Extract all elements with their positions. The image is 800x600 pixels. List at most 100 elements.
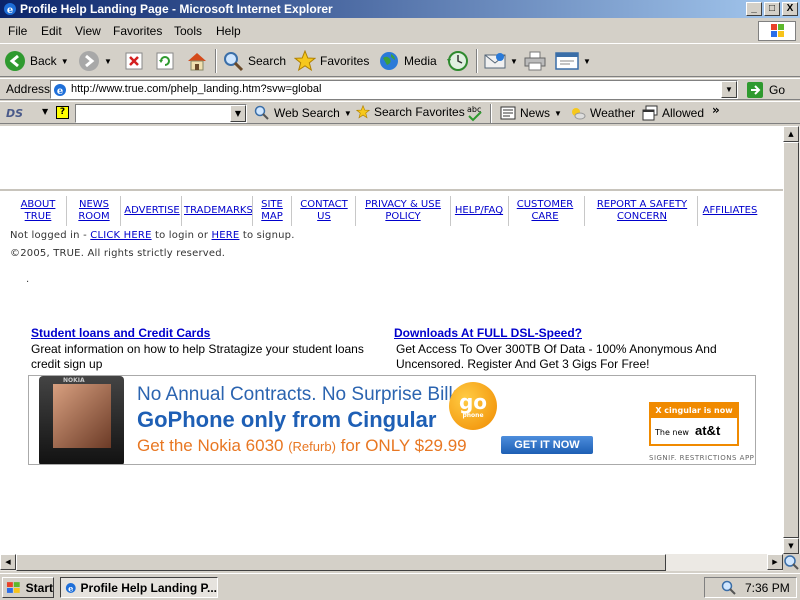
web-search-button[interactable]: Web Search ▼ <box>254 105 352 121</box>
minimize-button[interactable]: _ <box>746 2 762 16</box>
edit-dropdown-icon[interactable]: ▼ <box>583 57 591 66</box>
mail-dropdown-icon[interactable]: ▼ <box>510 57 518 66</box>
ie-icon: e <box>4 3 16 16</box>
svg-text:e: e <box>57 86 63 97</box>
maximize-button[interactable]: □ <box>764 2 780 16</box>
abc-spellcheck-button[interactable]: abc <box>466 104 488 122</box>
nav-separator <box>355 196 356 226</box>
go-arrow-icon <box>747 82 763 98</box>
favorites-button[interactable]: Favorites <box>294 49 369 73</box>
media-button[interactable]: Media <box>378 49 437 73</box>
footer-link-site-map[interactable]: SITE MAP <box>258 199 286 223</box>
scroll-thumb[interactable] <box>783 142 799 538</box>
search-button[interactable]: Search <box>222 49 286 73</box>
nav-separator <box>584 196 585 226</box>
svg-text:e: e <box>7 5 13 16</box>
footer-link-advertise[interactable]: ADVERTISE <box>124 205 180 217</box>
scroll-right-icon[interactable]: ▶ <box>767 554 783 570</box>
abc-check-icon: abc <box>467 105 482 122</box>
ad-title-student-loans[interactable]: Student loans and Credit Cards <box>31 326 210 340</box>
mail-button[interactable]: ▼ <box>484 49 518 73</box>
login-link[interactable]: CLICK HERE <box>90 230 151 241</box>
edit-button[interactable]: ▼ <box>555 49 591 73</box>
toolbar-separator <box>215 49 217 73</box>
search-favorites-button[interactable]: Search Favorites <box>356 105 465 119</box>
toolbar-search-input[interactable]: ▼ <box>75 104 247 123</box>
cingular-att-logo: X cingular is now The new at&t <box>649 402 739 446</box>
scroll-left-icon[interactable]: ◀ <box>0 554 16 570</box>
copyright: ©2005, TRUE. All rights strictly reserve… <box>10 248 226 259</box>
news-dropdown-icon[interactable]: ▼ <box>554 109 562 118</box>
weather-icon <box>572 108 586 120</box>
menu-file[interactable]: File <box>8 24 27 38</box>
footer-link-trademarks[interactable]: TRADEMARKS <box>184 205 253 217</box>
footer-link-help-faq[interactable]: HELP/FAQ <box>454 205 504 217</box>
allowed-button[interactable]: Allowed <box>642 105 704 121</box>
phone-screen <box>53 384 111 448</box>
address-url: http://www.true.com/phelp_landing.htm?sv… <box>71 83 322 95</box>
print-button[interactable] <box>524 49 546 73</box>
ds-dropdown-icon[interactable]: ▼ <box>42 107 48 116</box>
horizontal-scroll-thumb[interactable] <box>16 554 666 571</box>
tray-search-icon[interactable] <box>721 580 737 596</box>
signup-link[interactable]: HERE <box>212 230 240 241</box>
windows-logo <box>758 21 796 41</box>
footer-link-privacy-policy[interactable]: PRIVACY & USE POLICY <box>362 199 444 223</box>
stop-button[interactable] <box>124 49 144 73</box>
ad-title-downloads[interactable]: Downloads At FULL DSL-Speed? <box>394 326 582 340</box>
forward-dropdown-icon[interactable]: ▼ <box>104 57 112 66</box>
footer-link-affiliates[interactable]: AFFILIATES <box>702 205 758 217</box>
footer-link-customer-care[interactable]: CUSTOMER CARE <box>514 199 576 223</box>
scroll-corner <box>783 554 800 571</box>
address-bar: Address e http://www.true.com/phelp_land… <box>0 78 800 100</box>
get-it-now-button[interactable]: GET IT NOW <box>501 436 593 454</box>
toolbar-chevron-icon[interactable]: » <box>712 103 720 117</box>
search-magnifier-icon <box>224 52 244 72</box>
ds-logo[interactable]: DS <box>6 107 23 120</box>
gophone-banner-ad[interactable]: NOKIA No Annual Contracts. No Surprise B… <box>28 375 756 465</box>
footer-link-news-room[interactable]: NEWS ROOM <box>78 199 110 223</box>
address-dropdown-icon[interactable]: ▼ <box>721 81 737 98</box>
close-button[interactable]: X <box>782 2 798 16</box>
footer-link-about-true[interactable]: ABOUT TRUE <box>20 199 56 223</box>
menu-view[interactable]: View <box>75 24 101 38</box>
refresh-button[interactable] <box>155 49 175 73</box>
address-label: Address <box>6 82 51 96</box>
taskbar-ie-window[interactable]: e Profile Help Landing P... <box>60 577 218 598</box>
start-button[interactable]: Start <box>2 577 54 598</box>
footer-link-contact-us[interactable]: CONTACT US <box>298 199 350 223</box>
menu-tools[interactable]: Tools <box>174 24 202 38</box>
divider <box>0 189 783 191</box>
web-search-dropdown-icon[interactable]: ▼ <box>344 109 352 118</box>
menu-edit[interactable]: Edit <box>41 24 62 38</box>
footer-link-report-safety-concern[interactable]: REPORT A SAFETY CONCERN <box>592 199 692 223</box>
horizontal-scrollbar[interactable]: ◀ ▶ <box>0 554 783 571</box>
menu-favorites[interactable]: Favorites <box>113 24 162 38</box>
nav-separator <box>291 196 292 226</box>
help-icon[interactable]: ? <box>56 106 69 119</box>
page-viewport: ABOUT TRUE NEWS ROOM ADVERTISE TRADEMARKS … <box>0 126 783 554</box>
printer-icon <box>524 51 546 71</box>
scroll-up-icon[interactable]: ▲ <box>783 126 799 142</box>
back-dropdown-icon[interactable]: ▼ <box>61 57 69 66</box>
history-button[interactable] <box>445 49 469 73</box>
clock: 7:36 PM <box>745 581 790 595</box>
search-dropdown-icon[interactable]: ▼ <box>230 105 246 122</box>
svg-text:e: e <box>68 583 73 593</box>
vertical-scrollbar[interactable]: ▲ ▼ <box>783 126 800 554</box>
back-arrow-icon <box>5 51 25 71</box>
news-button[interactable]: News ▼ <box>500 105 562 121</box>
home-icon <box>188 53 206 71</box>
go-button[interactable]: Go <box>746 81 785 99</box>
menu-help[interactable]: Help <box>216 24 241 38</box>
ad-text-student-loans: Great information on how to help Stratag… <box>31 342 364 371</box>
forward-button[interactable]: ▼ <box>78 49 112 73</box>
home-button[interactable] <box>186 49 208 73</box>
star-icon <box>356 105 370 119</box>
history-icon <box>447 51 468 71</box>
address-input[interactable]: e http://www.true.com/phelp_landing.htm?… <box>50 80 738 99</box>
scroll-down-icon[interactable]: ▼ <box>783 538 799 554</box>
back-button[interactable]: Back ▼ <box>4 49 69 73</box>
title-bar: e Profile Help Landing Page - Microsoft … <box>0 0 800 18</box>
weather-button[interactable]: Weather <box>570 105 635 121</box>
